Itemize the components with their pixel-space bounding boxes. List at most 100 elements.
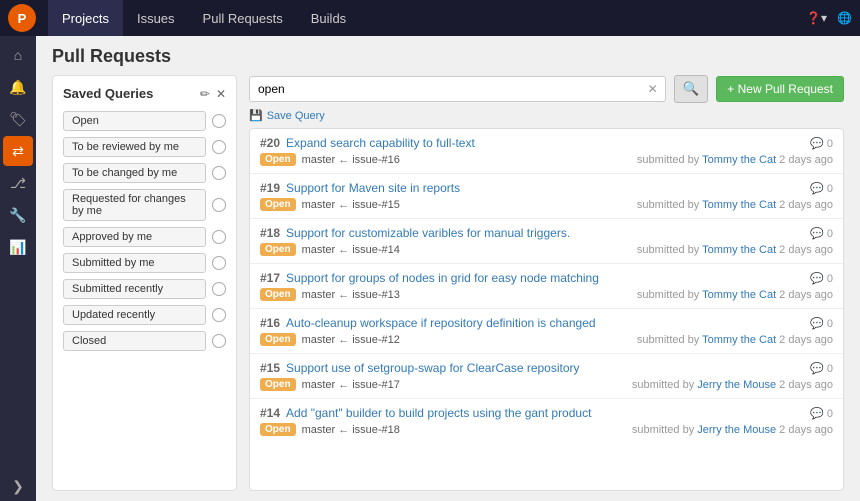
pr-title[interactable]: Support for customizable varibles for ma… bbox=[286, 226, 570, 240]
nav-issues[interactable]: Issues bbox=[123, 0, 189, 36]
query-radio[interactable] bbox=[212, 230, 226, 244]
pr-number: #16 bbox=[260, 316, 280, 330]
close-queries-icon[interactable]: ✕ bbox=[216, 87, 226, 101]
pr-title-area: #15 Support use of setgroup-swap for Cle… bbox=[260, 361, 580, 375]
nav-projects[interactable]: Projects bbox=[48, 0, 123, 36]
expand-icon[interactable]: ❯ bbox=[3, 471, 33, 501]
query-radio[interactable] bbox=[212, 198, 226, 212]
pr-comment-count: 💬 0 bbox=[810, 272, 833, 285]
query-radio[interactable] bbox=[212, 282, 226, 296]
pr-title[interactable]: Add "gant" builder to build projects usi… bbox=[286, 406, 591, 420]
query-button[interactable]: Submitted recently bbox=[63, 279, 206, 299]
pr-branch-info: master ← issue-#17 bbox=[302, 379, 400, 391]
save-query-link[interactable]: 💾 Save Query bbox=[249, 109, 844, 122]
saved-queries-panel: Saved Queries ✏ ✕ Open To be reviewed by … bbox=[52, 75, 237, 491]
search-input[interactable] bbox=[249, 76, 666, 102]
query-button[interactable]: To be changed by me bbox=[63, 163, 206, 183]
pr-title-area: #20 Expand search capability to full-tex… bbox=[260, 136, 475, 150]
query-radio[interactable] bbox=[212, 334, 226, 348]
content-area: Saved Queries ✏ ✕ Open To be reviewed by … bbox=[36, 75, 860, 501]
query-item: Closed bbox=[63, 331, 226, 351]
query-button[interactable]: Submitted by me bbox=[63, 253, 206, 273]
pr-comment-count: 💬 0 bbox=[810, 362, 833, 375]
pr-title[interactable]: Auto-cleanup workspace if repository def… bbox=[286, 316, 596, 330]
pr-title-area: #19 Support for Maven site in reports bbox=[260, 181, 460, 195]
pr-icon[interactable]: ⇄ bbox=[3, 136, 33, 166]
logo[interactable]: P bbox=[8, 4, 36, 32]
pr-number: #14 bbox=[260, 406, 280, 420]
pr-submitter-link[interactable]: Tommy the Cat bbox=[702, 244, 776, 256]
save-icon: 💾 bbox=[249, 109, 263, 122]
query-button[interactable]: Requested for changes by me bbox=[63, 189, 206, 221]
query-button[interactable]: Open bbox=[63, 111, 206, 131]
bell-icon[interactable]: 🔔 bbox=[3, 72, 33, 102]
pr-branch-info: master ← issue-#16 bbox=[302, 154, 400, 166]
query-item: To be reviewed by me bbox=[63, 137, 226, 157]
query-radio[interactable] bbox=[212, 308, 226, 322]
edit-queries-icon[interactable]: ✏ bbox=[200, 87, 210, 101]
globe-icon[interactable]: 🌐 bbox=[837, 11, 852, 25]
branch-arrow: ← bbox=[338, 199, 349, 211]
pr-item: #19 Support for Maven site in reports 💬 … bbox=[250, 174, 843, 219]
query-radio[interactable] bbox=[212, 256, 226, 270]
pr-item-top: #18 Support for customizable varibles fo… bbox=[260, 226, 833, 240]
pr-item-top: #14 Add "gant" builder to build projects… bbox=[260, 406, 833, 420]
query-button[interactable]: Updated recently bbox=[63, 305, 206, 325]
pr-submitter: submitted by Jerry the Mouse 2 days ago bbox=[632, 379, 833, 391]
pr-item-bottom: Open master ← issue-#17 submitted by Jer… bbox=[260, 378, 833, 391]
pr-submitter-link[interactable]: Jerry the Mouse bbox=[697, 424, 776, 436]
home-icon[interactable]: ⌂ bbox=[3, 40, 33, 70]
pr-submitter-link[interactable]: Tommy the Cat bbox=[702, 154, 776, 166]
pr-submitter: submitted by Tommy the Cat 2 days ago bbox=[637, 289, 833, 301]
pr-title[interactable]: Support use of setgroup-swap for ClearCa… bbox=[286, 361, 579, 375]
query-button[interactable]: Closed bbox=[63, 331, 206, 351]
pr-submitter-link[interactable]: Tommy the Cat bbox=[702, 334, 776, 346]
saved-queries-title: Saved Queries bbox=[63, 86, 153, 101]
main-content: Pull Requests Saved Queries ✏ ✕ Open To b… bbox=[36, 36, 860, 501]
pr-comment-count: 💬 0 bbox=[810, 227, 833, 240]
pr-branch-info: master ← issue-#13 bbox=[302, 289, 400, 301]
help-icon[interactable]: ❓▾ bbox=[806, 11, 827, 25]
pr-comment-count: 💬 0 bbox=[810, 182, 833, 195]
pr-item-top: #15 Support use of setgroup-swap for Cle… bbox=[260, 361, 833, 375]
nav-pull-requests[interactable]: Pull Requests bbox=[189, 0, 297, 36]
branch-icon[interactable]: ⎇ bbox=[3, 168, 33, 198]
tag-icon[interactable]: 🏷 bbox=[3, 104, 33, 134]
query-radio[interactable] bbox=[212, 166, 226, 180]
pr-submitter: submitted by Tommy the Cat 2 days ago bbox=[637, 154, 833, 166]
pr-panel: ✕ 🔍 + New Pull Request 💾 Save Query #20 … bbox=[249, 75, 844, 491]
pr-title[interactable]: Support for Maven site in reports bbox=[286, 181, 460, 195]
query-item: Approved by me bbox=[63, 227, 226, 247]
pr-title[interactable]: Expand search capability to full-text bbox=[286, 136, 475, 150]
pr-item: #20 Expand search capability to full-tex… bbox=[250, 129, 843, 174]
query-button[interactable]: Approved by me bbox=[63, 227, 206, 247]
pr-status-badge: Open bbox=[260, 288, 296, 301]
chart-icon[interactable]: 📊 bbox=[3, 232, 33, 262]
pr-title[interactable]: Support for groups of nodes in grid for … bbox=[286, 271, 599, 285]
page-title: Pull Requests bbox=[36, 36, 860, 75]
query-button[interactable]: To be reviewed by me bbox=[63, 137, 206, 157]
branch-arrow: ← bbox=[338, 334, 349, 346]
main-layout: ⌂ 🔔 🏷 ⇄ ⎇ 🔧 📊 ❯ Pull Requests Saved Quer… bbox=[0, 36, 860, 501]
pr-submitter: submitted by Jerry the Mouse 2 days ago bbox=[632, 424, 833, 436]
pr-submitter: submitted by Tommy the Cat 2 days ago bbox=[637, 199, 833, 211]
new-pull-request-button[interactable]: + New Pull Request bbox=[716, 76, 844, 102]
build-icon[interactable]: 🔧 bbox=[3, 200, 33, 230]
search-clear-icon[interactable]: ✕ bbox=[648, 82, 658, 96]
pr-submitter-link[interactable]: Tommy the Cat bbox=[702, 289, 776, 301]
nav-builds[interactable]: Builds bbox=[297, 0, 360, 36]
pr-branch-info: master ← issue-#18 bbox=[302, 424, 400, 436]
pr-submitter-link[interactable]: Tommy the Cat bbox=[702, 199, 776, 211]
branch-arrow: ← bbox=[338, 424, 349, 436]
pr-status-badge: Open bbox=[260, 423, 296, 436]
query-radio[interactable] bbox=[212, 140, 226, 154]
search-button[interactable]: 🔍 bbox=[674, 75, 709, 103]
saved-queries-actions: ✏ ✕ bbox=[200, 87, 226, 101]
pr-item-bottom: Open master ← issue-#18 submitted by Jer… bbox=[260, 423, 833, 436]
pr-meta: Open master ← issue-#17 bbox=[260, 378, 400, 391]
pr-number: #18 bbox=[260, 226, 280, 240]
pr-submitter-link[interactable]: Jerry the Mouse bbox=[697, 379, 776, 391]
query-radio[interactable] bbox=[212, 114, 226, 128]
pr-item-top: #20 Expand search capability to full-tex… bbox=[260, 136, 833, 150]
icon-sidebar: ⌂ 🔔 🏷 ⇄ ⎇ 🔧 📊 ❯ bbox=[0, 36, 36, 501]
